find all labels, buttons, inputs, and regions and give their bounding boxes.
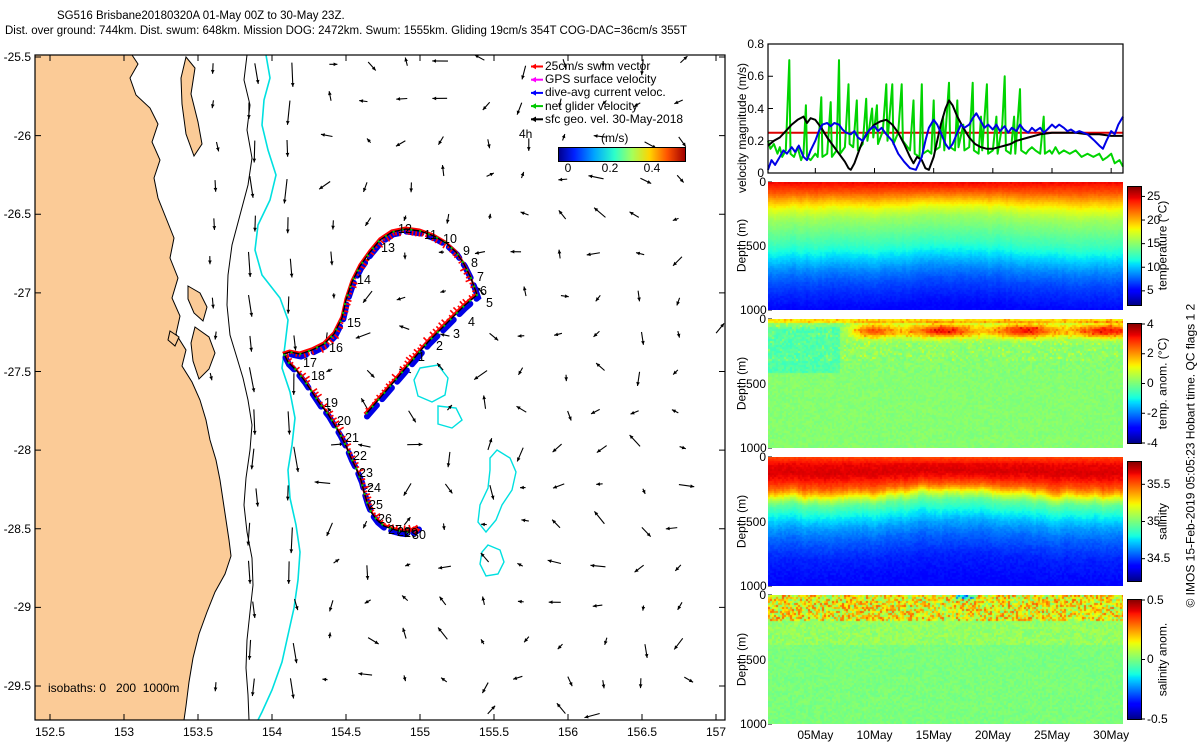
swim-vector-tick: [346, 299, 352, 302]
dive-number-label: 24: [367, 481, 381, 495]
dive-number-label: 18: [311, 369, 325, 383]
date-x-tick-label: 10May: [856, 728, 893, 742]
dive-number-label: 20: [337, 414, 351, 428]
map-lon-tick-label: 157: [705, 725, 727, 739]
map-lon-tick-label: 154: [261, 725, 283, 739]
map-lat-tick-label: -28: [13, 443, 31, 458]
isobaths-note: isobaths: 0 200 1000m: [48, 681, 180, 695]
dive-number-label: 1: [418, 350, 425, 364]
depth-axis-label: Depth (m): [734, 218, 749, 273]
colorbar-axis-label: salinity anom.: [1155, 622, 1170, 696]
legend-time-interval-label: 4h: [519, 127, 533, 141]
page-title: SG516 Brisbane20180320A 01-May 00Z to 30…: [57, 10, 345, 22]
swim-vector-tick: [343, 310, 349, 313]
map-lon-tick-label: 153: [113, 725, 135, 739]
dive-number-label: 4: [468, 315, 475, 329]
map-lon-tick-label: 153.5: [182, 725, 214, 739]
dive-number-label: 3: [453, 327, 460, 341]
map-lat-tick-label: -27.5: [3, 364, 31, 379]
salinity-anomaly-section-heatmap: [768, 595, 1123, 724]
map-lat-tick-label: -29.5: [3, 679, 31, 693]
legend-cbar-tick-label: 0.2: [601, 161, 619, 175]
dive-number-label: 12: [398, 222, 412, 236]
velocity-y-tick-label: 0.4: [747, 101, 764, 116]
legend-cbar-tick-label: 0: [564, 161, 572, 175]
dive-number-label: 16: [329, 341, 343, 355]
map-lat-tick-label: -26: [13, 128, 31, 143]
swim-vector-tick: [345, 303, 351, 306]
dive-number-label: 13: [381, 241, 395, 255]
colorbar-axis-label: salinity: [1155, 502, 1170, 540]
dive-number-label: 9: [463, 244, 470, 258]
date-x-tick-label: 25May: [1033, 728, 1071, 742]
dive-number-label: 25: [369, 498, 383, 512]
date-x-tick-label: 15May: [915, 728, 952, 742]
dive-number-label: 5: [486, 296, 493, 310]
imos-credit: © IMOS 15-Feb-2019 05:05:23 Hobart time.…: [1183, 303, 1198, 608]
colorbar-axis-label: temp. anom. (°C): [1155, 337, 1170, 429]
map-lat-tick-label: -27: [13, 285, 31, 300]
dive-number-label: 23: [359, 466, 373, 480]
legend-item: dive-avg current veloc.: [545, 85, 666, 100]
dive-number-label: 17: [303, 356, 317, 370]
swim-vector-tick: [469, 282, 473, 285]
map-lat-tick-label: -29: [13, 600, 31, 615]
colorbar-axis-label: temperature (°C): [1155, 200, 1170, 291]
temp-anomaly-section-heatmap: [768, 319, 1123, 448]
salinity-section-heatmap: [768, 457, 1123, 586]
swim-vector-tick: [418, 231, 421, 237]
dive-number-label: 22: [353, 449, 367, 463]
map-lon-tick-label: 155: [409, 725, 431, 739]
dive-number-label: 2: [436, 339, 443, 353]
velocity-y-tick-label: 0.2: [747, 133, 764, 148]
legend-item: sfc geo. vel. 30-May-2018: [545, 111, 684, 126]
salinity-anomaly-colorbar: [1127, 599, 1142, 720]
temperature-colorbar: [1127, 186, 1142, 306]
seaglider-mission-dashboard: { "labels": { "title1": "SG516 Brisbane2…: [0, 0, 1200, 750]
dive-number-label: 19: [324, 396, 338, 410]
dive-number-label: 14: [357, 273, 371, 287]
date-x-tick-label: 20May: [974, 728, 1011, 742]
map-lat-tick-label: -28.5: [3, 521, 31, 536]
legend-velocity-colorbar: [558, 147, 686, 162]
dive-number-label: 15: [347, 316, 361, 330]
dive-number-label: 21: [345, 431, 359, 445]
legend-item: net glider velocity: [545, 98, 638, 113]
depth-axis-label: Depth (m): [734, 494, 749, 548]
map-lat-tick-label: -25.5: [3, 50, 31, 64]
salinity-colorbar: [1127, 461, 1142, 582]
map-lon-tick-label: 155.5: [478, 725, 510, 739]
temp-anomaly-colorbar: [1127, 323, 1142, 444]
map-legend: 25cm/s swim vector GPS surface velocity di…: [545, 59, 684, 126]
date-x-tick-label: 05May: [797, 728, 834, 742]
depth-axis-label: Depth (m): [734, 356, 749, 410]
dive-number-label: 7: [477, 270, 484, 284]
temperature-section-heatmap: [768, 182, 1123, 310]
mission-stats-subtitle: Dist. over ground: 744km. Dist. swum: 64…: [5, 25, 688, 37]
dive-number-label: 8: [471, 256, 478, 270]
dive-number-label: 11: [424, 228, 437, 242]
map-lon-tick-label: 154.5: [330, 725, 362, 739]
depth-axis-label: Depth (m): [734, 632, 749, 686]
dive-number-label: 30: [412, 528, 426, 542]
map-lon-tick-label: 156.5: [626, 725, 658, 739]
velocity-y-tick-label: 0.6: [747, 69, 764, 84]
legend-cbar-tick-label: 0.4: [643, 161, 661, 175]
map-lat-tick-label: -26.5: [3, 207, 31, 222]
map-lon-tick-label: 156: [557, 725, 579, 739]
date-x-tick-label: 30May: [1093, 728, 1130, 742]
map-lon-tick-label: 152.5: [34, 725, 66, 739]
velocity-y-tick-label: 0.8: [747, 37, 764, 51]
swim-vector-tick: [414, 230, 418, 237]
dive-number-label: 10: [443, 232, 457, 246]
legend-colorbar-title: (m/s): [601, 131, 629, 145]
dive-number-label: 6: [480, 284, 487, 298]
